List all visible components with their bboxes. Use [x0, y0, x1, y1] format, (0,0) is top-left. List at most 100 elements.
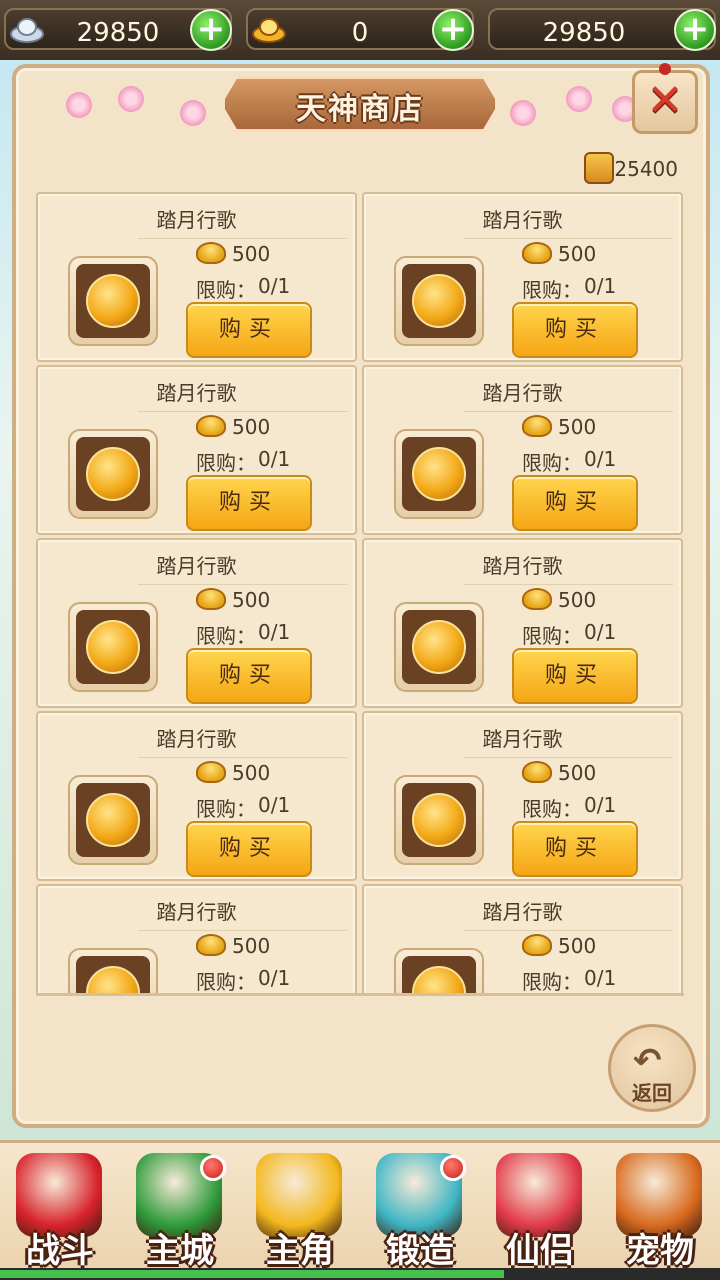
item-slot[interactable]	[394, 256, 484, 346]
item-name: 踏月行歌	[156, 554, 237, 578]
shop-item-card: 踏月行歌 500 限购：0/1 购买	[36, 192, 357, 362]
add-third-button[interactable]: +	[674, 9, 716, 51]
nav-label: 战斗	[26, 1231, 94, 1271]
item-coin-icon	[412, 793, 466, 847]
add-silver-button[interactable]: +	[190, 9, 232, 51]
item-coin-icon	[86, 966, 140, 993]
item-frame	[402, 437, 476, 511]
currency-bar: 29850 + 0 + 29850 +	[0, 0, 720, 60]
shop-title: 天神商店	[296, 92, 424, 127]
buy-button[interactable]: 购买	[186, 302, 312, 358]
item-slot[interactable]	[394, 948, 484, 993]
limit-value: 0/1	[258, 793, 291, 817]
item-slot[interactable]	[68, 948, 158, 993]
gold-ingot-icon	[196, 761, 226, 783]
limit-value: 0/1	[584, 620, 617, 644]
item-price: 500	[558, 242, 597, 266]
item-slot[interactable]	[68, 256, 158, 346]
item-name: 踏月行歌	[482, 900, 563, 924]
buy-button[interactable]: 购买	[512, 475, 638, 531]
buy-button[interactable]: 购买	[512, 648, 638, 704]
item-slot[interactable]	[394, 429, 484, 519]
buy-button[interactable]: 购买	[512, 821, 638, 877]
item-slot[interactable]	[68, 602, 158, 692]
buy-button[interactable]: 购买	[512, 994, 638, 996]
item-frame	[76, 783, 150, 857]
gold-ingot-icon	[196, 588, 226, 610]
item-price: 500	[558, 415, 597, 439]
divider	[464, 757, 673, 758]
gold-ingot-icon	[196, 415, 226, 437]
blossom-icon	[566, 86, 592, 112]
divider	[138, 411, 347, 412]
item-name: 踏月行歌	[482, 208, 563, 232]
item-price: 500	[232, 761, 271, 785]
buy-button[interactable]: 购买	[512, 302, 638, 358]
limit-label: 限购：	[196, 797, 256, 821]
silver-currency: 29850 +	[4, 8, 232, 51]
item-coin-icon	[86, 274, 140, 328]
item-frame	[76, 264, 150, 338]
item-name: 踏月行歌	[156, 727, 237, 751]
limit-value: 0/1	[584, 274, 617, 298]
item-coin-icon	[412, 447, 466, 501]
close-button[interactable]: ✕	[632, 63, 698, 134]
blossom-icon	[180, 100, 206, 126]
limit-value: 0/1	[258, 447, 291, 471]
item-name: 踏月行歌	[482, 381, 563, 405]
back-arrow-icon: ↶	[633, 1041, 662, 1081]
gold-ingot-icon	[196, 934, 226, 956]
nav-item-city[interactable]: 主城	[122, 1149, 238, 1273]
item-grid[interactable]: 踏月行歌 500 限购： 0/1 购买 踏月行歌 500 限购： 0/1 购买 踏月行歌 500 限购：…	[36, 190, 684, 996]
nav-item-forge[interactable]: 锻造	[362, 1149, 478, 1273]
divider	[138, 757, 347, 758]
buy-button[interactable]: 购买	[186, 994, 312, 996]
limit-label: 限购：	[522, 797, 582, 821]
silver-amount: 29850	[76, 18, 160, 48]
divider	[138, 238, 347, 239]
nav-label: 主城	[146, 1231, 214, 1271]
nav-item-pet[interactable]: 宠物	[602, 1149, 718, 1273]
add-gold-button[interactable]: +	[432, 9, 474, 51]
buy-button[interactable]: 购买	[186, 648, 312, 704]
limit-value: 0/1	[584, 447, 617, 471]
token-balance: 25400	[614, 157, 678, 181]
gold-amount: 0	[351, 18, 369, 48]
blossom-icon	[66, 92, 92, 118]
item-slot[interactable]	[394, 602, 484, 692]
notification-badge	[440, 1155, 466, 1181]
item-coin-icon	[86, 447, 140, 501]
nav-label: 锻造	[386, 1231, 454, 1271]
item-price: 500	[558, 761, 597, 785]
gold-ingot-icon	[522, 588, 552, 610]
item-slot[interactable]	[68, 775, 158, 865]
third-currency: 29850 +	[488, 8, 716, 51]
limit-label: 限购：	[196, 624, 256, 648]
nav-item-battle[interactable]: 战斗	[2, 1149, 118, 1273]
item-coin-icon	[86, 620, 140, 674]
third-amount: 29850	[542, 18, 626, 48]
bottom-nav: 战斗 主城 主角 锻造 仙侣 宠物	[0, 1140, 720, 1280]
shop-item-card: 踏月行歌 500 限购：0/1 购买	[362, 192, 683, 362]
buy-button[interactable]: 购买	[186, 821, 312, 877]
item-slot[interactable]	[394, 775, 484, 865]
divider	[464, 584, 673, 585]
limit-value: 0/1	[584, 966, 617, 990]
limit-label: 限购：	[522, 278, 582, 302]
back-button[interactable]: ↶ 返回	[608, 1024, 696, 1112]
item-frame	[402, 956, 476, 993]
item-slot[interactable]	[68, 429, 158, 519]
buy-button[interactable]: 购买	[186, 475, 312, 531]
nav-item-hero[interactable]: 主角	[242, 1149, 358, 1273]
notification-badge	[200, 1155, 226, 1181]
item-name: 踏月行歌	[482, 554, 563, 578]
shop-item-card: 踏月行歌 500 限购：0/1 购买	[362, 365, 683, 535]
nav-item-companion[interactable]: 仙侣	[482, 1149, 598, 1273]
item-frame	[76, 610, 150, 684]
limit-label: 限购：	[196, 278, 256, 302]
back-label: 返回	[632, 1081, 672, 1105]
item-frame	[402, 610, 476, 684]
gold-ingot-icon	[522, 242, 552, 264]
item-frame	[402, 264, 476, 338]
limit-label: 限购：	[196, 970, 256, 994]
